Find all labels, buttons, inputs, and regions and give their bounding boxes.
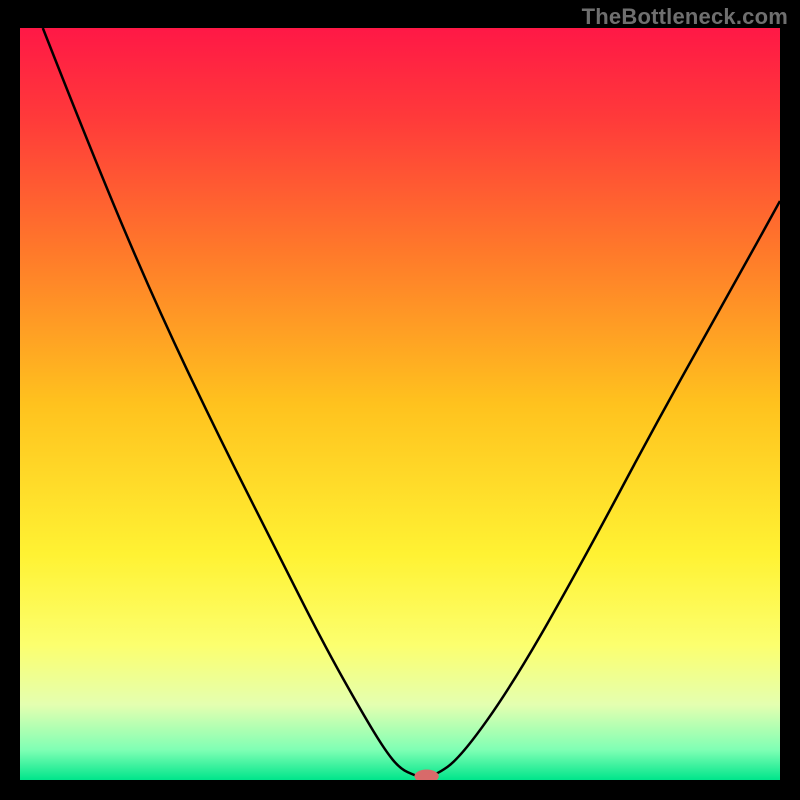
chart-container: TheBottleneck.com — [0, 0, 800, 800]
plot-frame — [20, 28, 780, 780]
plot-svg — [20, 28, 780, 780]
watermark-text: TheBottleneck.com — [582, 4, 788, 30]
